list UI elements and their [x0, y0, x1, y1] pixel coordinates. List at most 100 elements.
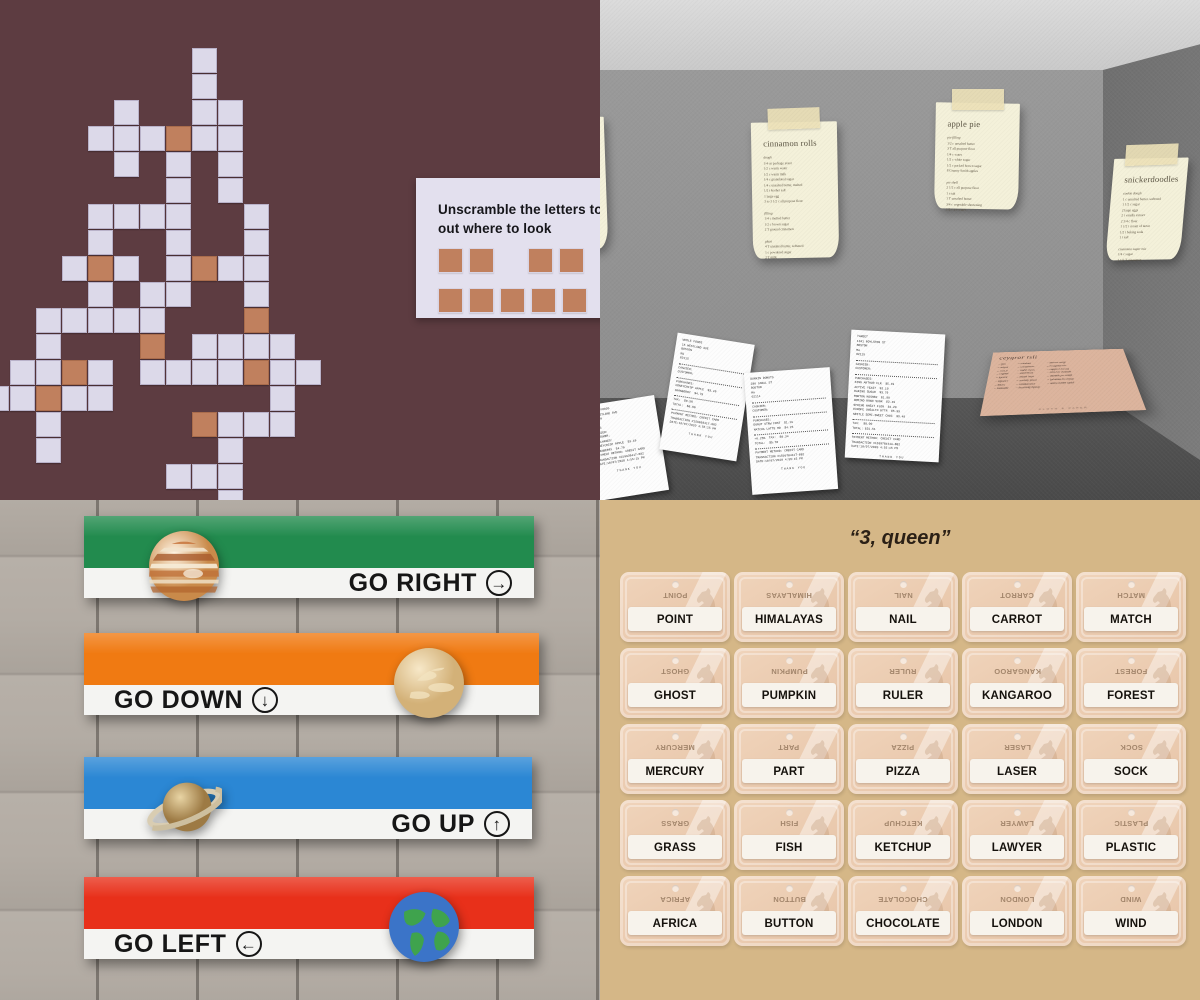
crossword-cell[interactable]	[88, 256, 113, 281]
crossword-cell[interactable]	[244, 308, 269, 333]
crossword-cell[interactable]	[36, 386, 61, 411]
crossword-cell[interactable]	[0, 386, 9, 411]
crossword-cell[interactable]	[244, 334, 269, 359]
crossword-cell[interactable]	[88, 230, 113, 255]
word-card[interactable]: MATCH MATCH	[1076, 572, 1186, 642]
crossword-cell[interactable]	[270, 412, 295, 437]
crossword-cell[interactable]	[218, 334, 243, 359]
word-card[interactable]: HIMALAYAS HIMALAYAS	[734, 572, 844, 642]
crossword-cell[interactable]	[218, 126, 243, 151]
crossword-cell[interactable]	[62, 386, 87, 411]
word-card[interactable]: PIZZA PIZZA	[848, 724, 958, 794]
crossword-cell[interactable]	[192, 464, 217, 489]
word-card[interactable]: KETCHUP KETCHUP	[848, 800, 958, 870]
crossword-cell[interactable]	[62, 360, 87, 385]
crossword-cell[interactable]	[36, 438, 61, 463]
crossword-cell[interactable]	[244, 256, 269, 281]
crossword-cell[interactable]	[218, 256, 243, 281]
word-card[interactable]: SOCK SOCK	[1076, 724, 1186, 794]
crossword-cell[interactable]	[270, 334, 295, 359]
letter-tile[interactable]	[469, 288, 494, 313]
crossword-cell[interactable]	[166, 126, 191, 151]
crossword-cell[interactable]	[36, 412, 61, 437]
crossword-cell[interactable]	[114, 152, 139, 177]
crossword-cell[interactable]	[140, 360, 165, 385]
scrambled-grocery-list[interactable]: ceygror tsli – gsu – adyul – m,k,il – crghe…	[979, 348, 1147, 417]
crossword-cell[interactable]	[114, 100, 139, 125]
word-card[interactable]: WIND WIND	[1076, 876, 1186, 946]
crossword-cell[interactable]	[192, 412, 217, 437]
word-card[interactable]: GRASS GRASS	[620, 800, 730, 870]
crossword-cell[interactable]	[88, 126, 113, 151]
word-card[interactable]: GHOST GHOST	[620, 648, 730, 718]
letter-tile[interactable]	[531, 288, 556, 313]
crossword-cell[interactable]	[192, 334, 217, 359]
crossword-cell[interactable]	[88, 204, 113, 229]
crossword-cell[interactable]	[62, 308, 87, 333]
crossword-cell[interactable]	[218, 412, 243, 437]
crossword-cell[interactable]	[166, 256, 191, 281]
crossword-cell[interactable]	[166, 178, 191, 203]
crossword-cell[interactable]	[88, 386, 113, 411]
direction-sign-go-down[interactable]: GO DOWN ↓	[84, 633, 539, 718]
crossword-cell[interactable]	[62, 256, 87, 281]
word-card[interactable]: POINT POINT	[620, 572, 730, 642]
crossword-cell[interactable]	[140, 204, 165, 229]
crossword-cell[interactable]	[140, 126, 165, 151]
planet-jupiter[interactable]	[146, 528, 222, 604]
word-card[interactable]: PART PART	[734, 724, 844, 794]
direction-sign-go-left[interactable]: GO LEFT ←	[84, 877, 534, 962]
crossword-cell[interactable]	[218, 360, 243, 385]
word-card[interactable]: LASER LASER	[962, 724, 1072, 794]
word-card[interactable]: FOREST FOREST	[1076, 648, 1186, 718]
crossword-cell[interactable]	[218, 152, 243, 177]
word-card[interactable]: KANGAROO KANGAROO	[962, 648, 1072, 718]
crossword-cell[interactable]	[296, 360, 321, 385]
crossword-cell[interactable]	[218, 100, 243, 125]
crossword-cell[interactable]	[244, 360, 269, 385]
crossword-cell[interactable]	[114, 256, 139, 281]
crossword-cell[interactable]	[166, 230, 191, 255]
direction-sign-go-right[interactable]: GO RIGHT →	[84, 516, 534, 601]
crossword-cell[interactable]	[192, 360, 217, 385]
crossword-cell[interactable]	[244, 204, 269, 229]
letter-tile[interactable]	[438, 288, 463, 313]
crossword-cell[interactable]	[244, 412, 269, 437]
crossword-cell[interactable]	[218, 178, 243, 203]
word-card[interactable]: MERCURY MERCURY	[620, 724, 730, 794]
crossword-cell[interactable]	[192, 100, 217, 125]
receipt-target[interactable]: TARGET 1341 BOYLSTON ST BOSTON MA 02115 CASHI…	[844, 329, 946, 463]
letter-tile[interactable]	[500, 288, 525, 313]
letter-tile[interactable]	[469, 248, 494, 273]
word-card[interactable]: LONDON LONDON	[962, 876, 1072, 946]
crossword-cell[interactable]	[140, 334, 165, 359]
crossword-cell[interactable]	[244, 230, 269, 255]
crossword-cell[interactable]	[166, 360, 191, 385]
crossword-cell[interactable]	[114, 308, 139, 333]
planet-venus[interactable]	[391, 645, 467, 721]
crossword-cell[interactable]	[218, 464, 243, 489]
planet-saturn[interactable]	[146, 769, 226, 845]
word-card[interactable]: FISH FISH	[734, 800, 844, 870]
crossword-cell[interactable]	[114, 204, 139, 229]
crossword-cell[interactable]	[166, 204, 191, 229]
word-card[interactable]: BUTTON BUTTON	[734, 876, 844, 946]
word-card[interactable]: NAIL NAIL	[848, 572, 958, 642]
word-card[interactable]: RULER RULER	[848, 648, 958, 718]
crossword-cell[interactable]	[166, 152, 191, 177]
crossword-cell[interactable]	[88, 308, 113, 333]
crossword-cell[interactable]	[192, 126, 217, 151]
recipe-note-snickerdoodles[interactable]: snickerdoodles cookie dough 1 c unsalted …	[1105, 143, 1189, 262]
receipt-dunkin[interactable]: DUNKIN DONUTS 286 CANAL ST BOSTON MA 02114 CA…	[743, 367, 839, 495]
crossword-cell[interactable]	[192, 256, 217, 281]
crossword-cell[interactable]	[10, 360, 35, 385]
crossword-cell[interactable]	[192, 48, 217, 73]
word-card[interactable]: CARROT CARROT	[962, 572, 1072, 642]
crossword-cell[interactable]	[36, 334, 61, 359]
letter-tile[interactable]	[562, 288, 587, 313]
crossword-cell[interactable]	[36, 308, 61, 333]
word-card[interactable]: CHOCOLATE CHOCOLATE	[848, 876, 958, 946]
recipe-note-cinnamon-rolls[interactable]: cinnamon rolls dough 1/4 oz package yeast…	[750, 107, 840, 260]
letter-tile[interactable]	[438, 248, 463, 273]
crossword-cell[interactable]	[36, 360, 61, 385]
